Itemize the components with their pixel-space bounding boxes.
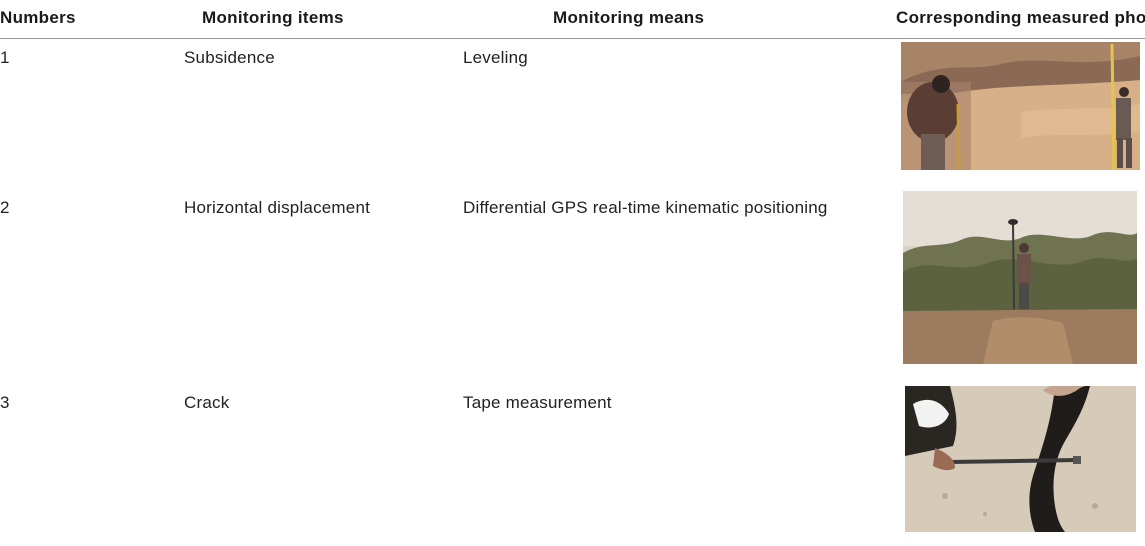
- row-monitoring-means: Tape measurement: [463, 393, 612, 412]
- leveling-photo: [901, 42, 1140, 170]
- row-monitoring-means: Leveling: [463, 48, 528, 67]
- header-monitoring-means: Monitoring means: [553, 8, 705, 27]
- gps-positioning-photo: [903, 191, 1137, 364]
- row-number: 2: [0, 198, 10, 217]
- header-numbers: Numbers: [0, 8, 76, 27]
- row-monitoring-means: Differential GPS real-time kinematic pos…: [463, 198, 828, 217]
- row-number: 1: [0, 48, 10, 67]
- header-monitoring-items: Monitoring items: [202, 8, 344, 27]
- header-divider: [0, 38, 1145, 39]
- row-monitoring-item: Horizontal displacement: [184, 198, 371, 217]
- row-number: 3: [0, 393, 10, 412]
- row-monitoring-item: Subsidence: [184, 48, 275, 67]
- tape-measurement-photo: [905, 386, 1136, 532]
- header-measured-photos: Corresponding measured photos: [896, 8, 1145, 27]
- row-monitoring-item: Crack: [184, 393, 230, 412]
